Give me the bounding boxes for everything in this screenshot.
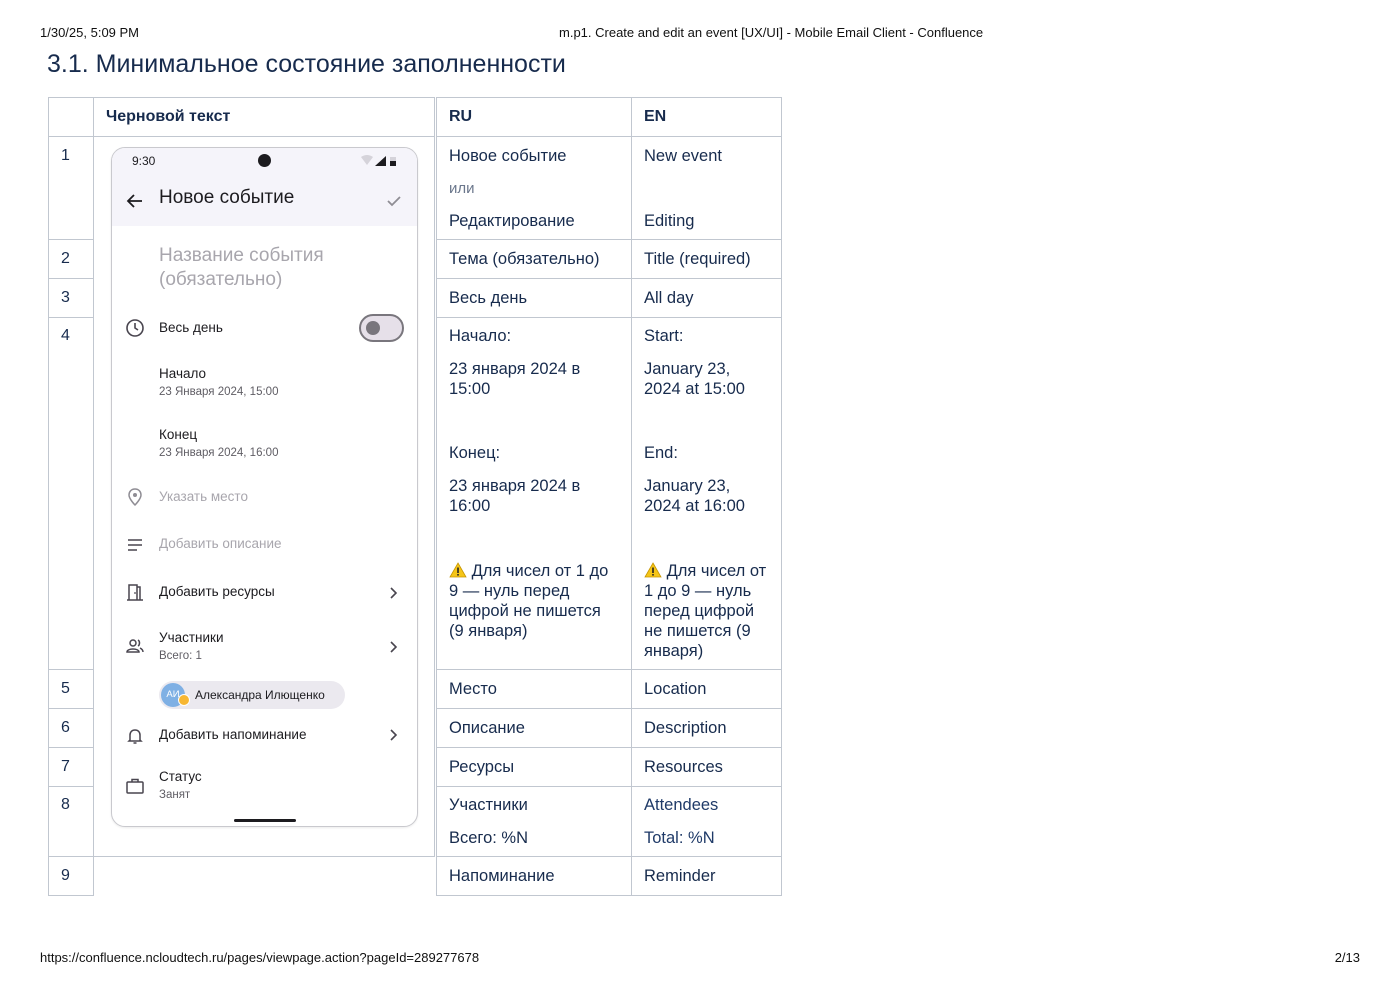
- description-lines-icon: [128, 539, 142, 551]
- row-number: 7: [61, 758, 70, 775]
- en-text: Start:: [644, 327, 684, 345]
- ru-or-text: или: [449, 180, 475, 197]
- en-text: January 23,: [644, 477, 731, 495]
- print-url: https://confluence.ncloudtech.ru/pages/v…: [40, 950, 480, 965]
- en-text: Resources: [644, 758, 723, 776]
- ru-text: Редактирование: [449, 212, 575, 230]
- en-note: Для чисел от 1 до 9 — нуль перед цифрой …: [644, 562, 767, 660]
- description-input[interactable]: Добавить описание: [159, 536, 282, 551]
- en-text: All day: [644, 289, 694, 307]
- back-arrow-icon[interactable]: [126, 192, 144, 210]
- attendee-chip[interactable]: АИ Александра Илющенко: [159, 681, 345, 709]
- en-text: 2024 at 15:00: [644, 380, 745, 398]
- en-text: Total: %N: [644, 829, 715, 847]
- chevron-right-icon[interactable]: [389, 586, 399, 600]
- row-number: 4: [61, 327, 70, 344]
- en-text: Reminder: [644, 867, 716, 885]
- organizer-star-icon: [178, 694, 190, 706]
- event-title-input[interactable]: Название события (обязательно): [159, 244, 324, 292]
- print-doc-title: m.p1. Create and edit an event [UX/UI] -…: [559, 25, 984, 40]
- en-text: End:: [644, 444, 678, 462]
- ru-text: Тема (обязательно): [449, 250, 600, 268]
- camera-dot: [258, 154, 271, 167]
- en-text: Editing: [644, 212, 695, 230]
- en-text: Description: [644, 719, 727, 737]
- ru-text: Участники: [449, 796, 528, 814]
- all-day-label: Весь день: [159, 320, 223, 335]
- chevron-right-icon[interactable]: [389, 640, 399, 654]
- en-text: New event: [644, 147, 722, 165]
- location-pin-icon: [128, 488, 142, 507]
- en-text: Location: [644, 680, 707, 698]
- ru-text: Напоминание: [449, 867, 555, 885]
- row-number: 2: [61, 250, 70, 267]
- ru-text: Конец:: [449, 444, 501, 462]
- ru-text: Весь день: [449, 289, 528, 307]
- ru-text: Начало:: [449, 327, 512, 345]
- signal-battery-icon: [361, 155, 396, 166]
- location-input[interactable]: Указать место: [159, 489, 248, 504]
- ru-text: 23 января 2024 в: [449, 360, 581, 378]
- start-label[interactable]: Начало: [159, 366, 206, 381]
- ru-text: 23 января 2024 в: [449, 477, 581, 495]
- row-number: 8: [61, 796, 70, 813]
- ru-text: Всего: %N: [449, 829, 529, 847]
- column-header-draft: Черновой текст: [106, 108, 231, 125]
- row-number: 1: [61, 147, 70, 164]
- en-text: 2024 at 16:00: [644, 497, 745, 515]
- app-title: Новое событие: [159, 187, 295, 208]
- attendee-name: Александра Илющенко: [195, 688, 325, 702]
- status-time: 9:30: [132, 154, 156, 168]
- page-title: 3.1. Минимальное состояние заполненности: [47, 50, 566, 78]
- bell-icon: [127, 729, 143, 744]
- print-page-number: 2/13: [1334, 950, 1360, 965]
- attendees-total: Всего: 1: [159, 650, 202, 662]
- start-value: 23 Января 2024, 15:00: [159, 386, 279, 398]
- print-datetime: 1/30/25, 5:09 PM: [40, 25, 140, 40]
- en-text: January 23,: [644, 360, 731, 378]
- warning-icon: [449, 562, 467, 578]
- ru-text: Место: [449, 680, 497, 698]
- ru-text: 16:00: [449, 497, 491, 515]
- column-header-ru: RU: [449, 108, 473, 125]
- ru-text: 15:00: [449, 380, 491, 398]
- check-icon[interactable]: [385, 192, 403, 210]
- toggle-knob: [366, 321, 380, 335]
- row-number: 5: [61, 680, 70, 697]
- briefcase-icon: [126, 778, 144, 794]
- resources-label[interactable]: Добавить ресурсы: [159, 584, 275, 599]
- row-number: 9: [61, 867, 70, 884]
- ru-note: Для чисел от 1 до 9 — нуль перед цифрой …: [449, 562, 609, 640]
- reminder-label[interactable]: Добавить напоминание: [159, 727, 307, 742]
- en-text: Attendees: [644, 796, 719, 814]
- all-day-toggle[interactable]: [359, 314, 404, 342]
- row-number: 3: [61, 289, 70, 306]
- app-bar: Новое событие: [112, 174, 417, 226]
- row-number: 6: [61, 719, 70, 736]
- clock-icon: [126, 319, 144, 337]
- door-icon: [127, 584, 143, 601]
- chevron-right-icon[interactable]: [389, 728, 399, 742]
- attendees-label[interactable]: Участники: [159, 630, 224, 645]
- en-text: Title (required): [644, 250, 751, 268]
- ru-text: Ресурсы: [449, 758, 515, 776]
- column-header-en: EN: [644, 108, 667, 125]
- ru-text: Описание: [449, 719, 525, 737]
- phone-mockup: 9:30 Новое событие Название события (обя…: [111, 147, 418, 827]
- end-label[interactable]: Конец: [159, 427, 197, 442]
- ru-text: Новое событие: [449, 147, 567, 165]
- home-indicator: [234, 819, 296, 822]
- warning-icon: [644, 562, 662, 578]
- status-label[interactable]: Статус: [159, 769, 202, 784]
- end-value: 23 Января 2024, 16:00: [159, 447, 279, 459]
- status-value: Занят: [159, 789, 191, 801]
- status-bar: 9:30: [112, 148, 417, 174]
- people-icon: [126, 639, 144, 653]
